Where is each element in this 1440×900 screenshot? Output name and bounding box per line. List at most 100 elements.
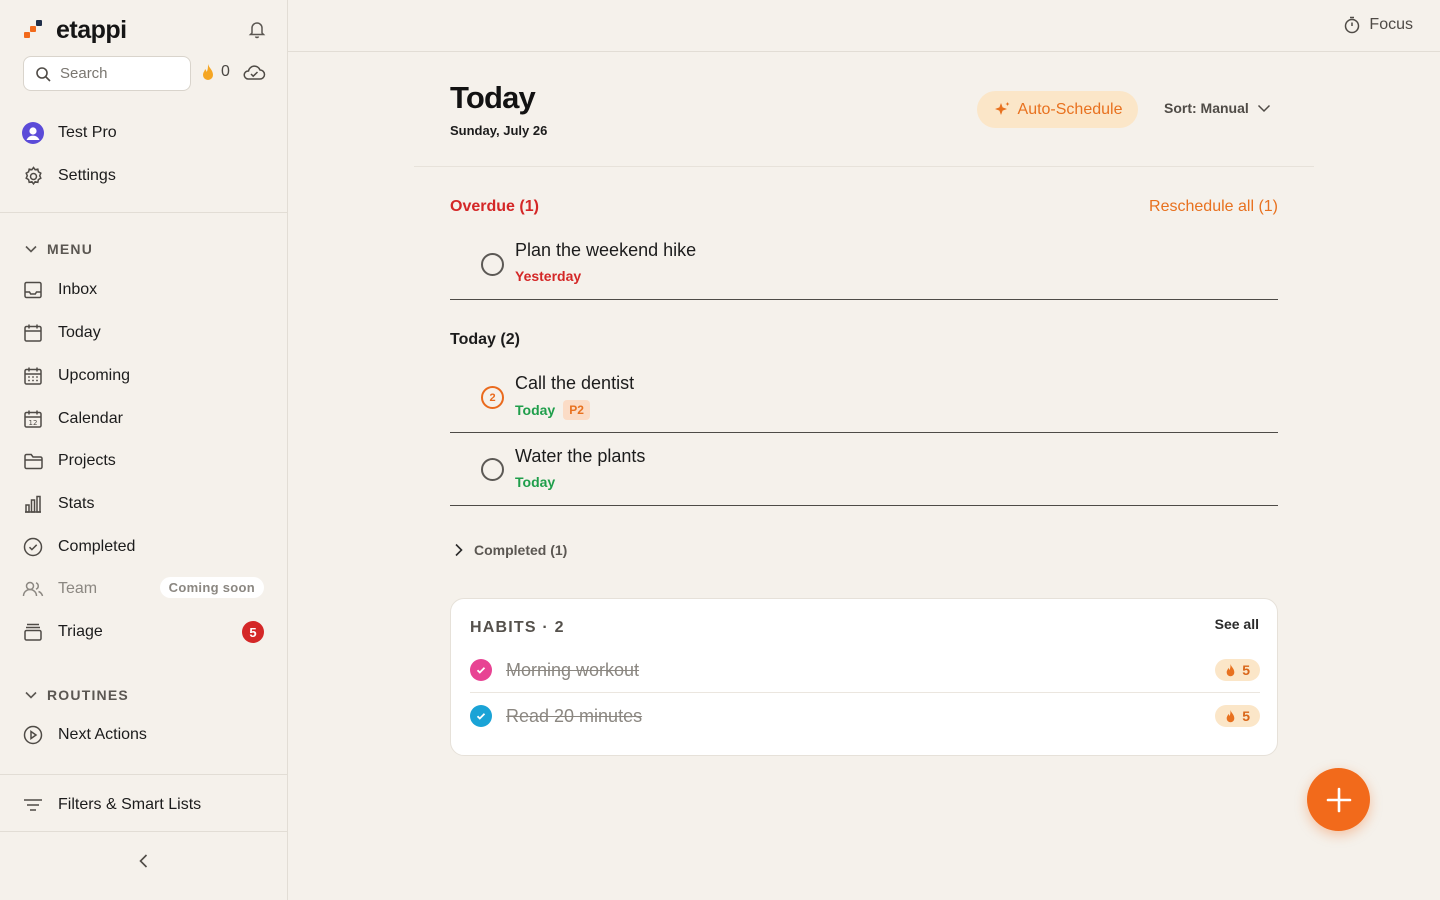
task-due-date: Yesterday [515,268,582,284]
task-title: Call the dentist [515,373,635,393]
sidebar-item-triage[interactable]: Triage 5 [22,617,267,647]
settings-label: Settings [58,167,116,184]
sparkle-icon [994,101,1010,115]
overdue-heading: Overdue (1) [450,198,539,215]
reschedule-all-button[interactable]: Reschedule all (1) [1149,198,1278,216]
bell-icon[interactable] [247,19,267,39]
habit-streak-badge: 5 [1215,659,1260,681]
focus-button[interactable]: Focus [1343,16,1413,34]
filters-label: Filters & Smart Lists [58,796,202,813]
stack-icon [22,621,44,643]
habit-name: Read 20 minutes [506,705,643,726]
task-due-date: Today [515,474,556,490]
flame-icon [203,63,213,80]
sidebar-item-completed[interactable]: Completed [22,532,267,562]
task-due-date: Today [515,402,556,418]
filter-icon [22,794,44,816]
page-title: Today [450,80,536,115]
search-input[interactable] [60,65,170,82]
task-meta: Yesterday [515,268,581,284]
calendar-icon [22,322,44,344]
coming-soon-badge: Coming soon [159,577,264,598]
auto-schedule-button[interactable]: Auto-Schedule [977,91,1138,128]
flame-icon [1226,709,1235,722]
play-circle-icon [22,724,44,746]
sidebar-item-label: Upcoming [58,367,131,384]
task-checkbox[interactable] [481,458,504,481]
habit-streak-badge: 5 [1215,705,1260,727]
sidebar-item-team: Team Coming soon [22,574,267,604]
svg-text:12: 12 [29,419,38,427]
timer-icon [1345,16,1360,34]
triage-count-badge: 5 [242,621,264,643]
page-date: Sunday, July 26 [450,123,548,138]
habit-check-icon[interactable] [470,659,492,681]
habit-streak-count: 5 [1242,662,1250,678]
sidebar-item-today[interactable]: Today [22,318,267,348]
see-all-habits-link[interactable]: See all [1215,616,1259,632]
check-circle-icon [22,536,44,558]
sort-dropdown[interactable]: Sort: Manual [1164,100,1271,116]
habit-streak-count: 5 [1242,708,1250,724]
sidebar-divider [0,774,287,775]
completed-toggle[interactable]: Completed (1) [452,542,567,558]
sidebar-item-label: Triage [58,623,103,640]
habit-row[interactable]: Morning workout 5 [470,650,1260,690]
habit-row[interactable]: Read 20 minutes 5 [470,696,1260,736]
cloud-sync-icon[interactable] [242,63,266,83]
app-name: etappi [56,15,127,44]
habit-divider [470,692,1260,693]
task-checkbox[interactable] [481,253,504,276]
sidebar-item-profile[interactable]: Test Pro [22,118,267,148]
sidebar-divider [0,212,287,213]
bar-chart-icon [22,493,44,515]
habit-check-icon[interactable] [470,705,492,727]
task-title: Water the plants [515,446,646,466]
collapse-sidebar-icon[interactable] [134,851,154,871]
flame-icon [1226,663,1235,676]
search-icon [36,66,51,82]
sidebar-item-upcoming[interactable]: Upcoming [22,361,267,391]
sidebar-item-label: Completed [58,538,136,555]
sidebar-item-next-actions[interactable]: Next Actions [22,720,267,750]
brand[interactable]: etappi [24,14,127,46]
user-name: Test Pro [58,124,117,141]
task-meta: Today [515,474,555,490]
sidebar-item-stats[interactable]: Stats [22,489,267,519]
calendar-grid-icon [22,365,44,387]
sidebar-item-label: Projects [58,452,116,469]
sidebar-divider [0,831,287,832]
users-icon [22,578,44,600]
folder-icon [22,450,44,472]
sidebar-item-label: Inbox [58,281,98,298]
completed-label: Completed (1) [474,542,568,558]
sidebar-item-filters[interactable]: Filters & Smart Lists [22,790,267,820]
sidebar: etappi 0 Test Pro Settings MENU Inbox To [0,0,288,900]
search-box[interactable] [23,56,191,91]
sidebar-item-calendar[interactable]: 12 Calendar [22,404,267,434]
chevron-down-icon [25,245,37,253]
menu-section-toggle[interactable]: MENU [24,241,93,257]
task-row[interactable]: 2 Call the dentist Today P2 [450,363,1278,433]
sidebar-item-inbox[interactable]: Inbox [22,275,267,305]
sidebar-item-label: Next Actions [58,726,147,743]
streak-counter[interactable]: 0 [201,63,230,81]
sidebar-item-projects[interactable]: Projects [22,446,267,476]
app-logo [24,20,44,40]
inbox-icon [22,279,44,301]
task-row[interactable]: Water the plants Today [450,433,1278,506]
chevron-down-icon [25,691,37,699]
sidebar-item-settings[interactable]: Settings [22,161,267,191]
habits-card: HABITS · 2 See all Morning workout 5 Rea… [450,598,1278,756]
habit-name: Morning workout [506,659,640,680]
auto-schedule-label: Auto-Schedule [1017,100,1123,118]
routines-section-toggle[interactable]: ROUTINES [24,687,129,703]
sort-label: Sort: Manual [1164,100,1249,116]
task-checkbox-priority[interactable]: 2 [481,386,504,409]
add-task-button[interactable] [1307,768,1370,831]
menu-heading: MENU [47,241,94,257]
sidebar-item-label: Team [58,580,98,597]
focus-label: Focus [1369,16,1413,33]
chevron-down-icon [1257,104,1270,113]
task-row[interactable]: Plan the weekend hike Yesterday [450,230,1278,300]
